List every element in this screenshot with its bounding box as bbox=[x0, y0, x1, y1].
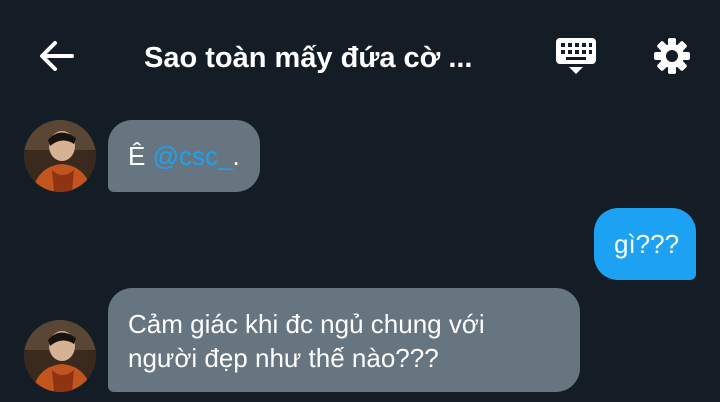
arrow-left-icon bbox=[38, 40, 74, 77]
message-bubble-incoming: Cảm giác khi đc ngủ chung với người đẹp … bbox=[108, 288, 580, 392]
message-bubble-incoming: Ê @csc_. bbox=[108, 120, 260, 192]
settings-button[interactable] bbox=[648, 34, 696, 82]
keyboard-icon bbox=[556, 36, 596, 81]
sender-avatar[interactable] bbox=[24, 320, 96, 392]
message-text-line: người đẹp như thế nào??? bbox=[128, 343, 439, 373]
back-button[interactable] bbox=[34, 38, 78, 78]
user-mention-link[interactable]: @csc_ bbox=[153, 141, 233, 171]
message-text: Ê bbox=[128, 141, 153, 171]
conversation-header: Sao toàn mấy đứa cờ ... bbox=[0, 0, 720, 112]
conversation-title: Sao toàn mấy đứa cờ ... bbox=[144, 42, 473, 74]
message-text-suffix: . bbox=[232, 141, 240, 171]
gear-icon bbox=[652, 36, 692, 81]
message-text-line: Cảm giác khi đc ngủ chung với bbox=[128, 309, 485, 339]
keyboard-button[interactable] bbox=[552, 34, 600, 82]
message-text: gì??? bbox=[614, 229, 680, 259]
message-bubble-outgoing: gì??? bbox=[594, 208, 696, 280]
sender-avatar[interactable] bbox=[24, 120, 96, 192]
